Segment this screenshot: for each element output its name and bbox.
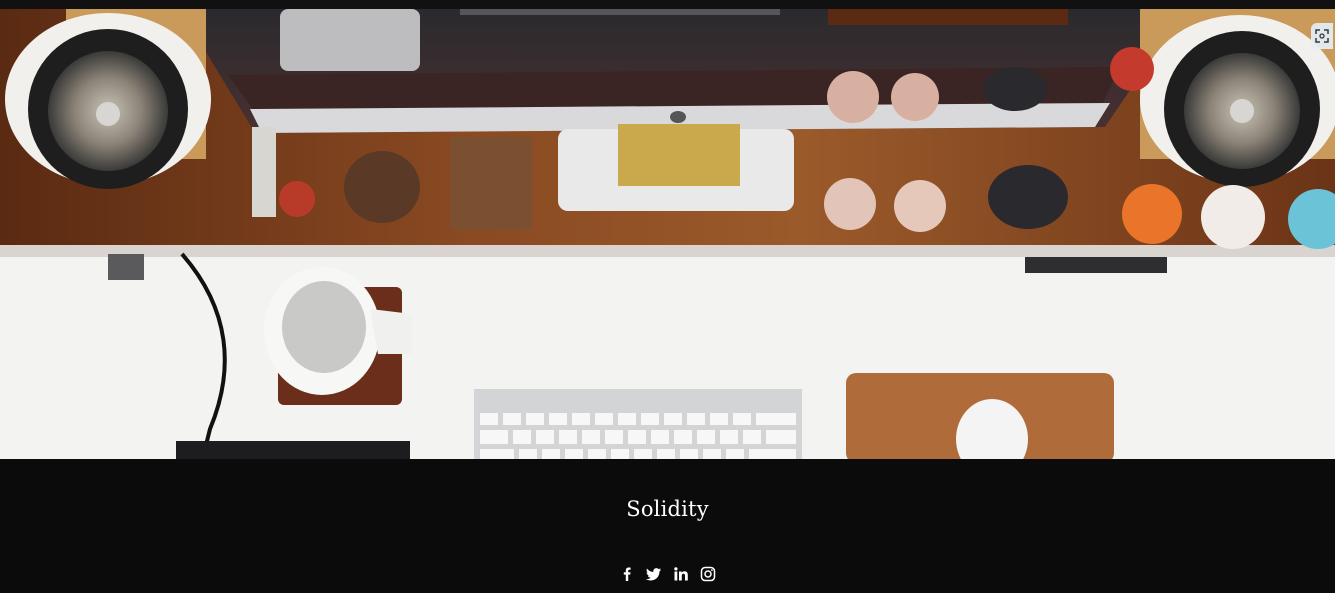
desk-photo <box>0 9 1335 459</box>
hero-image <box>0 9 1335 459</box>
instagram-link[interactable] <box>700 566 716 582</box>
footer-brand: Solidity <box>626 497 709 521</box>
expand-image-button[interactable] <box>1311 23 1333 49</box>
facebook-icon <box>623 567 631 581</box>
linkedin-link[interactable] <box>673 566 689 582</box>
linkedin-icon <box>674 567 688 581</box>
instagram-icon <box>700 566 716 582</box>
top-bar <box>0 0 1335 9</box>
twitter-link[interactable] <box>646 566 662 582</box>
expand-icon <box>1315 29 1329 43</box>
twitter-icon <box>646 568 661 581</box>
social-bar <box>0 566 1335 582</box>
site-footer: Solidity <box>0 459 1335 593</box>
facebook-link[interactable] <box>619 566 635 582</box>
